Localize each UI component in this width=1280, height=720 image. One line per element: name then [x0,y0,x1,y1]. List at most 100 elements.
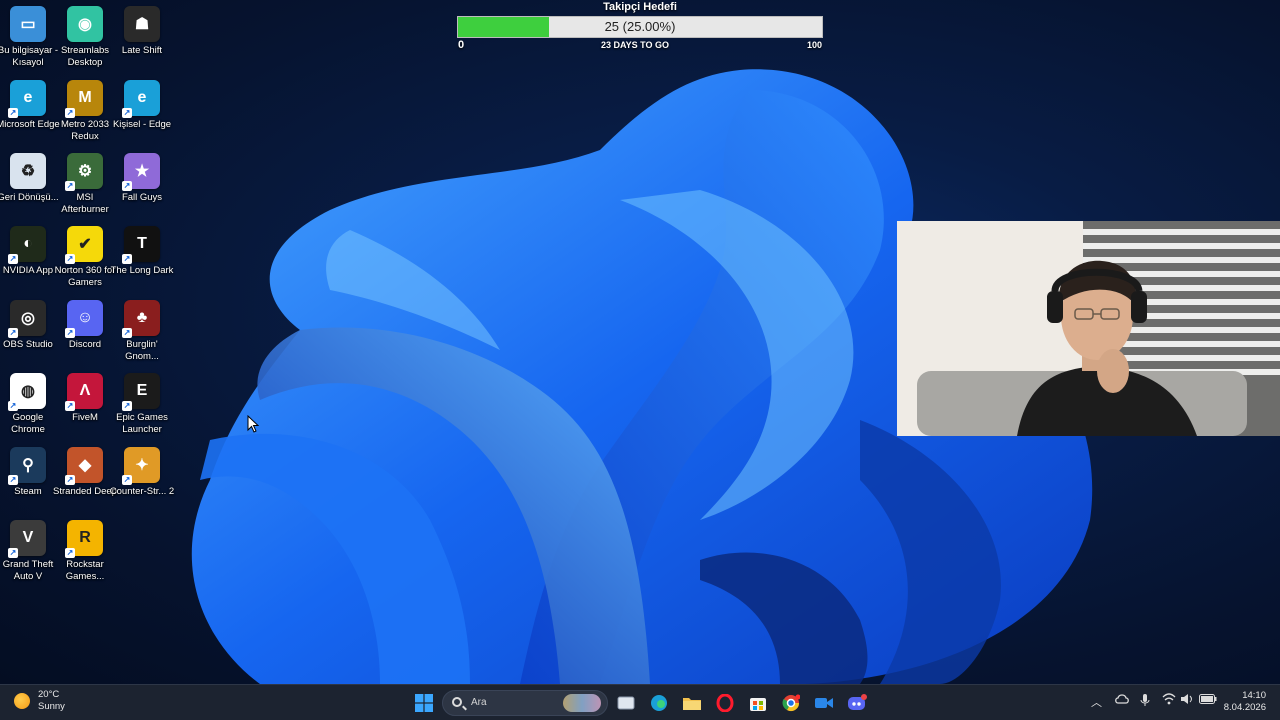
taskbar-discord-button[interactable] [843,689,871,717]
desktop-icon-item[interactable]: ◍ ↗ Google Chrome [0,373,57,436]
webcam-overlay [897,221,1280,436]
discord-icon: ☺ ↗ [65,300,103,338]
follower-goal-progress-bar: 25 (25.00%) [457,16,823,38]
shortcut-arrow-icon: ↗ [8,328,18,338]
desktop-icon-item[interactable]: ▭ Bu bilgisayar - Kısayol [0,6,58,69]
desktop-icon-item[interactable]: ☗ Late Shift [113,6,171,57]
desktop-icon-item[interactable]: R ↗ Rockstar Games... [56,520,114,583]
wifi-icon[interactable] [1162,693,1176,708]
desktop-icon-item[interactable]: ⚲ ↗ Steam [0,447,57,498]
desktop-icon-label: Fall Guys [121,192,163,203]
desktop-icon-item[interactable]: e ↗ Kişisel - Edge [113,80,171,131]
taskbar-chrome-button[interactable] [777,689,805,717]
desktop-icon-item[interactable]: ♻ Geri Dönüşü... [0,153,59,204]
battery-icon[interactable] [1199,694,1217,707]
steam-icon: ⚲ ↗ [8,447,46,485]
recycle-bin-icon: ♻ [10,153,46,189]
desktop-icon-item[interactable]: ⚙ ↗ MSI Afterburner [56,153,114,216]
edge-icon: e ↗ [122,80,160,118]
follower-goal-progress-text: 25 (25.00%) [604,19,676,34]
desktop-icon-item[interactable]: ♣ ↗ Burglin' Gnom... [113,300,171,363]
burglin-gnomes-icon: ♣ ↗ [122,300,160,338]
desktop-icon-label: Counter-Str... 2 [109,486,175,497]
desktop-icon-label: Late Shift [121,45,163,56]
counter-strike-icon: ✦ ↗ [122,447,160,485]
norton-icon: ✔ ↗ [65,226,103,264]
taskbar-opera-button[interactable] [711,689,739,717]
taskbar-store-button[interactable] [744,689,772,717]
follower-goal-title: Takipçi Hedefi [603,1,677,13]
monitor-icon: ▭ [10,6,46,42]
search-placeholder: Ara [471,697,487,708]
shortcut-arrow-icon: ↗ [122,475,132,485]
desktop-icon-item[interactable]: T ↗ The Long Dark [111,226,173,277]
obs-icon: ◎ ↗ [8,300,46,338]
desktop-icon-item[interactable]: V ↗ Grand Theft Auto V [0,520,57,583]
desktop-icon-label: Kişisel - Edge [112,119,172,130]
desktop-icon-item[interactable]: ★ ↗ Fall Guys [113,153,171,204]
desktop-icon-label: The Long Dark [110,265,174,276]
weather-temperature: 20°C [38,689,60,700]
gta-icon: V ↗ [8,520,46,558]
shortcut-arrow-icon: ↗ [8,548,18,558]
video-camera-icon [815,698,833,708]
start-button[interactable] [410,689,438,717]
shortcut-arrow-icon: ↗ [65,254,75,264]
afterburner-icon: ⚙ ↗ [65,153,103,191]
chevron-up-icon[interactable]: ︿ [1091,694,1102,710]
taskbar: 20°C Sunny Ara ︿ 14:10 8.04.2026 [0,684,1280,720]
microphone-icon[interactable] [1140,693,1150,710]
desktop-icon-item[interactable]: ◐ ↗ NVIDIA App [0,226,57,277]
desktop-icon-item[interactable]: ◉ Streamlabs Desktop [56,6,114,69]
shortcut-arrow-icon: ↗ [122,401,132,411]
taskbar-search-input[interactable]: Ara [442,690,608,716]
desktop-icon-item[interactable]: ☺ ↗ Discord [56,300,114,351]
speaker-icon[interactable] [1180,693,1194,708]
chrome-icon [782,694,800,712]
task-view-icon [617,696,635,710]
taskbar-file-explorer-button[interactable] [678,689,706,717]
shortcut-arrow-icon: ↗ [122,181,132,191]
fivem-icon: Λ ↗ [65,373,103,411]
long-dark-icon: T ↗ [122,226,160,264]
edge-icon [651,695,667,711]
desktop-icon-item[interactable]: ◆ ↗ Stranded Deep [53,447,117,498]
opera-icon [716,694,734,712]
sun-icon [14,693,30,709]
shortcut-arrow-icon: ↗ [8,401,18,411]
shortcut-arrow-icon: ↗ [65,108,75,118]
shortcut-arrow-icon: ↗ [8,254,18,264]
follower-goal-widget: Takipçi Hedefi 25 (25.00%) 0 23 DAYS TO … [456,0,824,56]
shortcut-arrow-icon: ↗ [65,475,75,485]
desktop-icon-item[interactable]: ✦ ↗ Counter-Str... 2 [110,447,174,498]
metro-icon: M ↗ [65,80,103,118]
desktop-icon-item[interactable]: ✔ ↗ Norton 360 for Gamers [55,226,115,289]
edge-icon: e ↗ [8,80,46,118]
desktop-icon-label: Burglin' Gnom... [125,339,159,362]
nvidia-icon: ◐ ↗ [8,226,46,264]
shortcut-arrow-icon: ↗ [122,108,132,118]
clock-time: 14:10 [1242,690,1266,701]
search-icon [452,697,462,707]
desktop-icon-item[interactable]: e ↗ Microsoft Edge [0,80,60,131]
rockstar-icon: R ↗ [65,520,103,558]
epic-games-icon: E ↗ [122,373,160,411]
desktop-icon-item[interactable]: ◎ ↗ OBS Studio [0,300,57,351]
desktop-icon-item[interactable]: E ↗ Epic Games Launcher [113,373,171,436]
taskbar-copilot-button[interactable] [645,689,673,717]
weather-widget[interactable]: 20°C Sunny [14,689,65,713]
follower-goal-max: 100 [806,40,822,50]
fall-guys-icon: ★ ↗ [122,153,160,191]
taskbar-clock[interactable]: 14:10 8.04.2026 [1224,690,1266,714]
shortcut-arrow-icon: ↗ [8,475,18,485]
desktop-icon-label: Rockstar Games... [65,559,105,582]
search-highlight-icon [563,694,601,712]
task-view-button[interactable] [612,689,640,717]
desktop-icon-item[interactable]: M ↗ Metro 2033 Redux [56,80,114,143]
cloud-sync-icon[interactable] [1115,693,1129,708]
taskbar-camera-button[interactable] [810,689,838,717]
shortcut-arrow-icon: ↗ [65,548,75,558]
mouse-cursor-icon [247,414,260,438]
streamlabs-icon: ◉ [67,6,103,42]
desktop-icon-item[interactable]: Λ ↗ FiveM [56,373,114,424]
